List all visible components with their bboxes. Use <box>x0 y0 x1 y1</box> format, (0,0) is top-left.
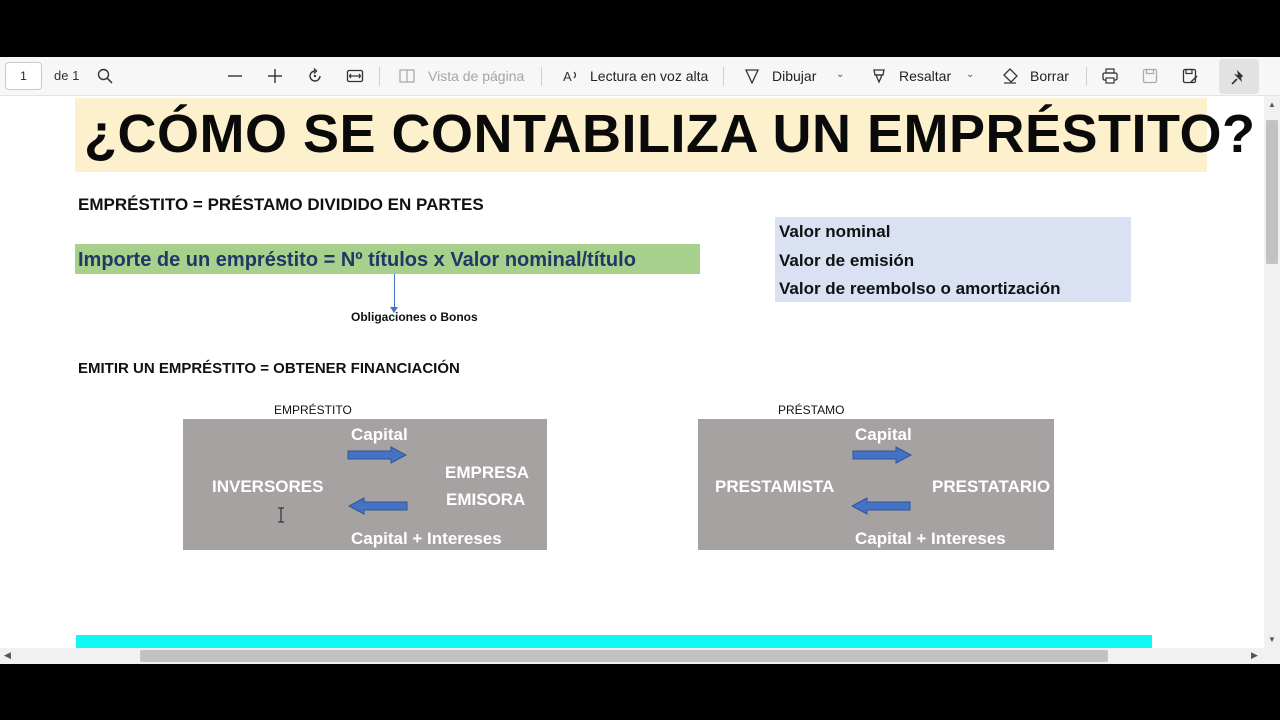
arrow-right-icon <box>347 446 407 464</box>
read-aloud-button[interactable]: Lectura en voz alta <box>590 68 708 84</box>
rotate-icon[interactable] <box>302 63 328 89</box>
top-letterbox <box>0 0 1280 57</box>
right-party-label: PRESTATARIO <box>932 477 1051 496</box>
svg-text:A: A <box>563 69 572 84</box>
page-count-label: de 1 <box>54 68 80 83</box>
page-number-input[interactable]: 1 <box>5 62 42 90</box>
toolbar-separator <box>1086 67 1087 86</box>
bottom-flow-label: Capital + Intereses <box>351 529 502 548</box>
right-party-label: EMPRESA <box>445 463 530 482</box>
bottom-letterbox <box>0 664 1280 720</box>
scroll-right-icon[interactable]: ▶ <box>1251 650 1258 661</box>
next-section-band <box>76 635 1152 648</box>
draw-icon[interactable] <box>739 63 765 89</box>
chevron-down-icon[interactable]: ⌄ <box>966 69 974 80</box>
definition-text: EMPRÉSTITO = PRÉSTAMO DIVIDIDO EN PARTES <box>78 195 484 214</box>
print-icon[interactable] <box>1097 63 1123 89</box>
toolbar-separator <box>723 67 724 86</box>
erase-button[interactable]: Borrar <box>1030 68 1069 84</box>
top-flow-label: Capital <box>855 425 912 444</box>
arrow-left-icon <box>851 497 911 515</box>
diagram-caption: EMPRÉSTITO <box>274 403 352 417</box>
zoom-in-icon[interactable] <box>262 63 288 89</box>
formula-note: Obligaciones o Bonos <box>351 310 478 324</box>
value-item: Valor nominal <box>779 222 891 241</box>
search-icon[interactable] <box>92 63 118 89</box>
arrow-left-icon <box>348 497 408 515</box>
scroll-down-icon[interactable]: ▼ <box>1268 635 1276 644</box>
value-item: Valor de reembolso o amortización <box>779 279 1061 298</box>
scroll-up-icon[interactable]: ▲ <box>1268 100 1276 109</box>
highlight-button[interactable]: Resaltar <box>899 68 951 84</box>
toolbar-separator <box>379 67 380 86</box>
pdf-toolbar: 1 de 1 Vista de página A Lectura en voz … <box>0 57 1280 96</box>
save-as-icon[interactable] <box>1177 63 1203 89</box>
emitir-text: EMITIR UN EMPRÉSTITO = OBTENER FINANCIAC… <box>78 360 460 377</box>
read-aloud-icon[interactable]: A <box>558 63 584 89</box>
pin-icon <box>1231 69 1243 85</box>
chevron-down-icon[interactable]: ⌄ <box>836 69 844 80</box>
left-party-label: PRESTAMISTA <box>715 477 835 496</box>
eraser-icon[interactable] <box>997 63 1023 89</box>
pin-toolbar-button[interactable] <box>1219 59 1259 94</box>
draw-button[interactable]: Dibujar <box>772 68 816 84</box>
right-party-label-line2: EMISORA <box>446 490 526 509</box>
text-cursor-icon <box>278 507 284 523</box>
top-flow-label: Capital <box>351 425 408 444</box>
annotation-arrow <box>394 274 395 310</box>
vertical-scrollbar-thumb[interactable] <box>1266 120 1278 264</box>
diagram-caption: PRÉSTAMO <box>778 403 845 417</box>
value-item: Valor de emisión <box>779 251 915 270</box>
formula-text: Importe de un empréstito = Nº títulos x … <box>78 249 636 271</box>
document-viewport[interactable]: ¿CÓMO SE CONTABILIZA UN EMPRÉSTITO? EMPR… <box>0 96 1264 648</box>
left-party-label: INVERSORES <box>212 477 324 496</box>
page-view-icon[interactable] <box>394 63 420 89</box>
horizontal-scrollbar-thumb[interactable] <box>140 650 1108 662</box>
fit-page-icon[interactable] <box>342 63 368 89</box>
toolbar-separator <box>541 67 542 86</box>
arrow-right-icon <box>852 446 912 464</box>
bottom-flow-label: Capital + Intereses <box>855 529 1006 548</box>
scroll-left-icon[interactable]: ◀ <box>4 650 11 661</box>
save-icon[interactable] <box>1137 63 1163 89</box>
page-view-button[interactable]: Vista de página <box>428 68 524 84</box>
page-title: ¿CÓMO SE CONTABILIZA UN EMPRÉSTITO? <box>84 104 1256 164</box>
zoom-out-icon[interactable] <box>222 63 248 89</box>
highlight-icon[interactable] <box>866 63 892 89</box>
